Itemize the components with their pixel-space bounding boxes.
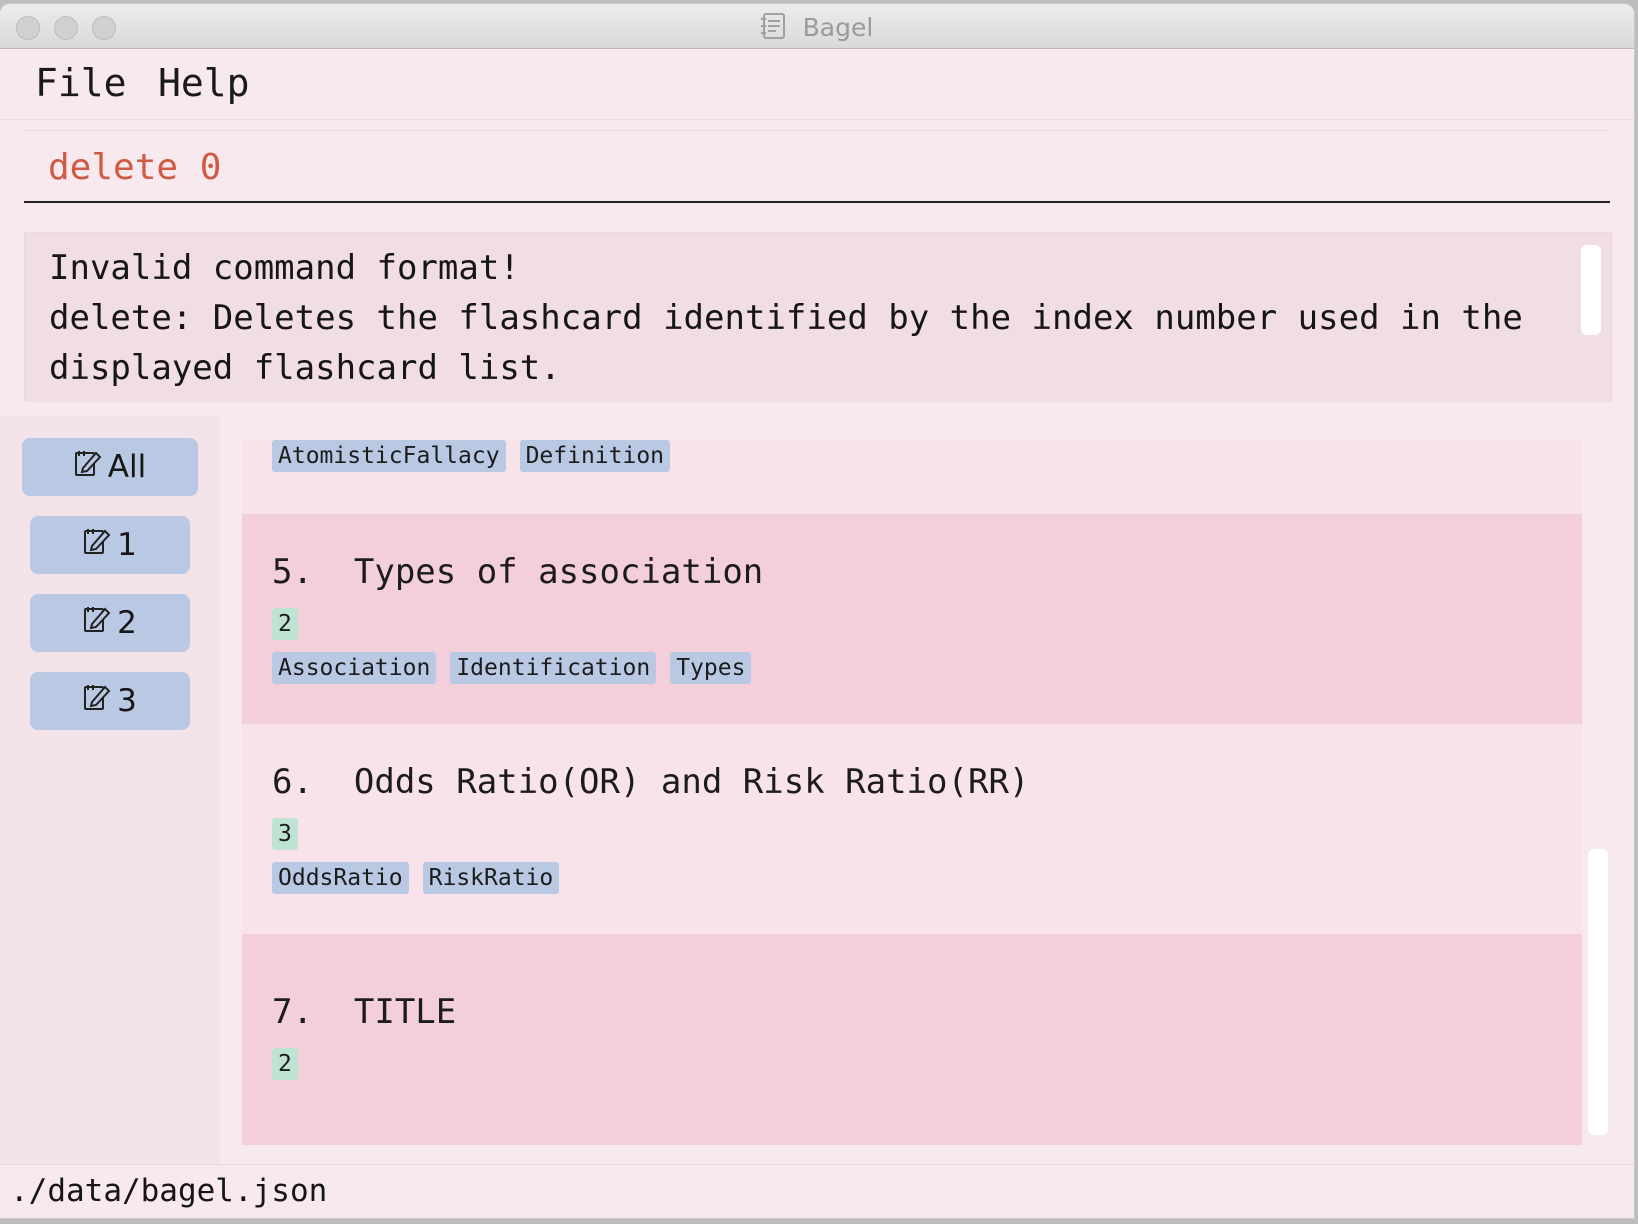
menu-file[interactable]: File: [35, 61, 127, 105]
flashcard-list[interactable]: AtomisticFallacy Definition 5. Types of …: [242, 440, 1582, 1145]
menu-help[interactable]: Help: [158, 61, 250, 105]
flashcard-item[interactable]: AtomisticFallacy Definition: [242, 440, 1582, 514]
set-button-3[interactable]: 3: [30, 672, 190, 730]
set-button-label: 2: [117, 605, 137, 641]
flashcard-item[interactable]: 5. Types of association 2 Association Id…: [242, 514, 1582, 724]
edit-note-icon: [74, 448, 102, 486]
flashcard-item[interactable]: 7. TITLE 2: [242, 934, 1582, 1145]
result-text: Invalid command format! delete: Deletes …: [49, 248, 1523, 388]
status-bar: ./data/bagel.json: [0, 1164, 1634, 1218]
tag-row: Association Identification Types: [272, 652, 752, 684]
tag: Definition: [519, 440, 671, 472]
edit-note-icon: [83, 682, 111, 720]
title-bar: Bagel: [0, 4, 1634, 49]
notebook-icon: [760, 12, 787, 46]
edit-note-icon: [83, 526, 111, 564]
set-button-label: All: [107, 449, 147, 485]
set-badge-row: 2: [272, 1048, 298, 1080]
flashcard-title: 5. Types of association: [272, 552, 764, 592]
set-button-1[interactable]: 1: [30, 516, 190, 574]
window-title-area: Bagel: [0, 12, 1634, 46]
set-button-label: 1: [117, 527, 137, 563]
set-button-label: 3: [117, 683, 137, 719]
window-title: Bagel: [802, 13, 874, 42]
set-badge-row: 2: [272, 608, 298, 640]
result-scrollbar[interactable]: [1581, 245, 1601, 335]
app-window: Bagel File Help Invalid command format! …: [0, 4, 1634, 1218]
list-scrollbar[interactable]: [1588, 849, 1608, 1135]
command-box: [24, 130, 1610, 203]
set-badge: 2: [272, 608, 298, 640]
flashcard-title: 6. Odds Ratio(OR) and Risk Ratio(RR): [272, 762, 1030, 802]
tag: Association: [272, 652, 437, 684]
flashcard-set-sidebar: All 1 2 3: [0, 416, 220, 1166]
set-badge-row: 3: [272, 818, 298, 850]
set-badge: 3: [272, 818, 298, 850]
set-button-all[interactable]: All: [22, 438, 198, 496]
flashcard-title: 7. TITLE: [272, 992, 457, 1032]
tag: OddsRatio: [272, 862, 409, 894]
command-input[interactable]: [46, 141, 1590, 193]
menu-bar: File Help: [0, 49, 1634, 120]
set-badge: 2: [272, 1048, 298, 1080]
flashcard-item[interactable]: 6. Odds Ratio(OR) and Risk Ratio(RR) 3 O…: [242, 724, 1582, 934]
edit-note-icon: [83, 604, 111, 642]
tag: RiskRatio: [422, 862, 560, 894]
set-button-2[interactable]: 2: [30, 594, 190, 652]
tag: AtomisticFallacy: [272, 440, 506, 472]
tag: Types: [670, 652, 752, 684]
result-display: Invalid command format! delete: Deletes …: [24, 232, 1612, 402]
tag-row: AtomisticFallacy Definition: [272, 440, 671, 472]
tag: Identification: [450, 652, 657, 684]
data-file-path: ./data/bagel.json: [10, 1173, 328, 1209]
tag-row: OddsRatio RiskRatio: [272, 862, 560, 894]
